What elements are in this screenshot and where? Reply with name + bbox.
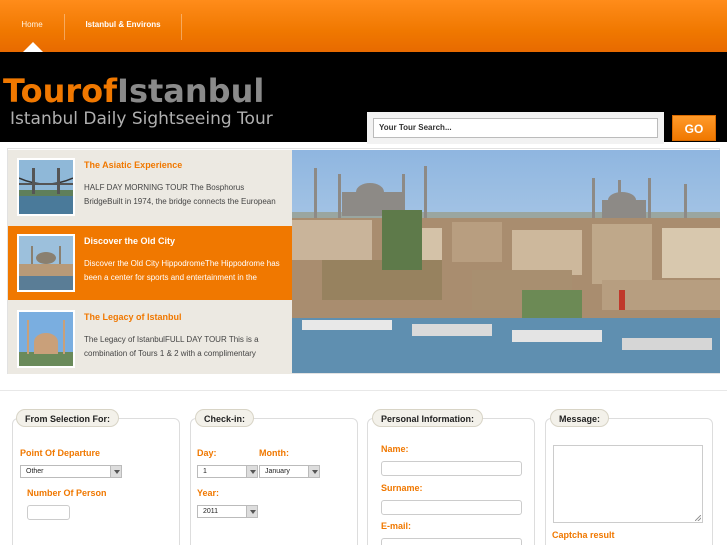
persons-input[interactable]: [27, 505, 70, 520]
selection-fieldset: [12, 418, 180, 545]
logo-text-tour: Tour: [3, 72, 82, 110]
search-go-button[interactable]: GO: [672, 115, 716, 141]
name-label: Name:: [381, 444, 409, 454]
year-select-value: 2011: [203, 508, 219, 515]
tour-thumbnail-bridge: [17, 158, 75, 216]
email-input[interactable]: [381, 538, 522, 545]
tour-description: HALF DAY MORNING TOUR The Bosphorus Brid…: [84, 183, 276, 206]
message-legend: Message:: [550, 409, 610, 427]
tour-item-asiatic[interactable]: The Asiatic Experience HALF DAY MORNING …: [8, 150, 292, 224]
message-textarea[interactable]: [553, 445, 703, 523]
logo-text-of: of: [81, 72, 118, 110]
checkin-fieldset: [190, 418, 358, 545]
page: Home Istanbul & Environs TourofIstanbul …: [0, 0, 727, 545]
site-logo[interactable]: TourofIstanbul: [3, 72, 264, 110]
chevron-down-icon: [110, 466, 121, 477]
departure-select[interactable]: Other: [20, 465, 122, 478]
checkin-legend: Check-in:: [195, 409, 255, 427]
tour-title[interactable]: The Legacy of Istanbul: [84, 312, 182, 322]
personal-legend: Personal Information:: [372, 409, 484, 427]
day-label: Day:: [197, 448, 217, 458]
surname-label: Surname:: [381, 483, 423, 493]
email-label: E-mail:: [381, 521, 412, 531]
nav-active-caret: [23, 42, 43, 52]
nav-divider: [181, 14, 182, 40]
tour-title[interactable]: The Asiatic Experience: [84, 160, 182, 170]
persons-label: Number Of Person: [27, 488, 107, 498]
nav-istanbul-environs-link[interactable]: Istanbul & Environs: [64, 0, 182, 50]
logo-text-istanbul: Istanbul: [117, 72, 265, 110]
departure-select-value: Other: [26, 468, 44, 475]
top-nav-bar: Home Istanbul & Environs: [0, 0, 727, 52]
tour-description: The Legacy of IstanbulFULL DAY TOUR This…: [84, 335, 259, 358]
tour-search-input[interactable]: Your Tour Search...: [373, 118, 658, 138]
tour-list: The Asiatic Experience HALF DAY MORNING …: [8, 150, 292, 374]
year-select[interactable]: 2011: [197, 505, 258, 518]
month-select-value: January: [265, 468, 290, 475]
month-select[interactable]: January: [259, 465, 320, 478]
tour-item-legacy[interactable]: The Legacy of Istanbul The Legacy of Ist…: [8, 302, 292, 376]
departure-label: Point Of Departure: [20, 448, 101, 458]
captcha-label: Captcha result: [552, 530, 615, 540]
tour-thumbnail-mosque: [17, 310, 75, 368]
day-select-value: 1: [203, 468, 207, 475]
site-tagline: Istanbul Daily Sightseeing Tour: [10, 109, 273, 129]
tour-title[interactable]: Discover the Old City: [84, 236, 175, 246]
resize-handle-icon[interactable]: [695, 515, 701, 521]
tour-thumbnail-old-city: [17, 234, 75, 292]
tour-description: Discover the Old City HippodromeThe Hipp…: [84, 259, 280, 282]
month-label: Month:: [259, 448, 289, 458]
year-label: Year:: [197, 488, 220, 498]
day-select[interactable]: 1: [197, 465, 258, 478]
tour-item-old-city[interactable]: Discover the Old City Discover the Old C…: [8, 226, 292, 300]
name-input[interactable]: [381, 461, 522, 476]
featured-tour-photo[interactable]: [292, 150, 720, 373]
chevron-down-icon: [246, 506, 257, 517]
surname-input[interactable]: [381, 500, 522, 515]
selection-legend: From Selection For:: [16, 409, 120, 427]
chevron-down-icon: [246, 466, 257, 477]
chevron-down-icon: [308, 466, 319, 477]
